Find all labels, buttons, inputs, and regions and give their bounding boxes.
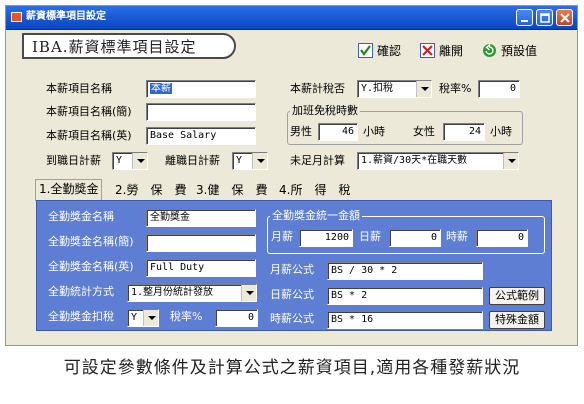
method-label: 全勤統計方式	[48, 285, 114, 298]
female-hours-field[interactable]: 24	[443, 123, 485, 141]
hourly-formula-label: 時薪公式	[270, 312, 314, 325]
chevron-down-icon[interactable]	[416, 81, 431, 97]
tab-labor-insurance[interactable]: 2.勞 保 費	[112, 181, 189, 201]
tax-rate-field[interactable]: 0	[478, 80, 520, 98]
method-value: 1.整月份統計發放	[131, 287, 214, 298]
app-icon	[11, 12, 22, 22]
chevron-down-icon[interactable]	[241, 285, 256, 301]
bonus-short-name-label: 全勤獎金名稱(簡)	[48, 235, 134, 248]
default-values-label: 預設值	[501, 44, 538, 58]
tax-rate-label: 稅率%	[439, 82, 472, 95]
tab-attendance-bonus[interactable]: 1.全勤獎金	[35, 179, 103, 201]
confirm-label: 確認	[377, 44, 402, 58]
item-en-name-label: 本薪項目名稱(英)	[46, 129, 132, 142]
male-hours-field[interactable]: 46	[318, 123, 358, 141]
item-short-name-field[interactable]	[146, 103, 256, 121]
bonus-en-name-field[interactable]: Full Duty	[146, 259, 256, 277]
bonus-en-name-label: 全勤獎金名稱(英)	[48, 260, 134, 273]
formula-example-button[interactable]: 公式範例	[489, 287, 545, 305]
partial-month-label: 未足月計算	[290, 154, 345, 167]
bonus-name-label: 全勤獎金名稱	[48, 210, 114, 223]
tax-value: Y.扣稅	[361, 83, 394, 94]
caption: 可設定參數條件及計算公式之薪資項目,適用各種發薪狀況	[63, 358, 521, 378]
maximize-icon	[540, 13, 550, 23]
page-title: IBA.薪資標準項目設定	[32, 38, 197, 56]
onboard-pay-value: Y	[116, 155, 123, 166]
item-name-field[interactable]: 本薪	[146, 80, 256, 98]
monthly-label: 月薪	[271, 230, 293, 243]
bonus-short-name-field[interactable]	[146, 234, 256, 252]
tab-income-tax[interactable]: 4.所 得 稅	[276, 181, 353, 201]
minimize-icon	[521, 20, 528, 22]
daily-amount-field[interactable]: 0	[389, 229, 441, 247]
bonus-tax-label: 全勤獎金扣稅	[48, 310, 114, 323]
hourly-amount-field[interactable]: 0	[476, 229, 528, 247]
daily-formula-label: 日薪公式	[270, 288, 314, 301]
partial-month-value: 1.薪資/30天*在職天數	[361, 155, 468, 166]
close-icon	[560, 13, 570, 23]
maximize-button[interactable]	[536, 9, 553, 26]
resign-pay-label: 離職日計薪	[165, 154, 220, 167]
onboard-pay-label: 到職日計薪	[46, 154, 101, 167]
bonus-name-field[interactable]: 全勤獎金	[146, 209, 256, 227]
resign-pay-value: Y	[236, 155, 243, 166]
chevron-down-icon[interactable]	[132, 153, 147, 169]
hourly-label: 時薪	[446, 230, 468, 243]
bonus-tax-rate-label: 稅率%	[170, 310, 203, 323]
daily-formula-field[interactable]: BS * 2	[327, 287, 483, 305]
tab-health-insurance[interactable]: 3.健 保 費	[193, 181, 270, 201]
bonus-tax-value: Y	[131, 312, 138, 323]
monthly-formula-field[interactable]: BS / 30 * 2	[327, 262, 483, 280]
title-bar: 薪資標準項目設定	[6, 6, 577, 30]
hourly-formula-field[interactable]: BS * 16	[327, 311, 483, 329]
close-window-button[interactable]	[556, 9, 573, 26]
daily-label: 日薪	[359, 230, 381, 243]
male-hours-unit: 小時	[363, 125, 385, 138]
leave-label: 離開	[439, 44, 464, 58]
monthly-amount-field[interactable]: 1200	[299, 229, 353, 247]
uniform-amount-label: 全勤獎金統一金額	[270, 209, 362, 223]
item-name-value: 本薪	[150, 83, 172, 94]
window-title: 薪資標準項目設定	[26, 11, 106, 22]
item-name-label: 本薪項目名稱	[46, 82, 112, 95]
checkmark-icon	[358, 43, 373, 58]
attendance-bonus-panel: 全勤獎金名稱 全勤獎金 全勤獎金名稱(簡) 全勤獎金名稱(英) Full Dut…	[36, 200, 552, 331]
onboard-pay-select[interactable]: Y	[112, 152, 148, 170]
male-label: 男性	[290, 125, 312, 138]
partial-month-select[interactable]: 1.薪資/30天*在職天數	[357, 152, 519, 170]
chevron-down-icon[interactable]	[503, 153, 518, 169]
bonus-tax-select[interactable]: Y	[127, 309, 159, 327]
chevron-down-icon[interactable]	[143, 310, 158, 326]
minimize-button[interactable]	[516, 9, 533, 26]
bonus-tax-rate-field[interactable]: 0	[215, 309, 258, 327]
header-banner: IBA.薪資標準項目設定	[22, 33, 236, 59]
monthly-formula-label: 月薪公式	[270, 263, 314, 276]
resign-pay-select[interactable]: Y	[232, 152, 268, 170]
tax-select[interactable]: Y.扣稅	[357, 80, 432, 98]
chevron-down-icon[interactable]	[252, 153, 267, 169]
item-short-name-label: 本薪項目名稱(簡)	[46, 105, 132, 118]
female-hours-unit: 小時	[490, 125, 512, 138]
overtime-group-label: 加班免稅時數	[290, 104, 360, 118]
special-amount-button[interactable]: 特殊金額	[489, 311, 545, 329]
tax-label: 本薪計稅否	[290, 82, 345, 95]
item-en-name-field[interactable]: Base Salary	[146, 127, 256, 145]
reset-icon	[483, 43, 496, 57]
method-select[interactable]: 1.整月份統計發放	[127, 284, 257, 302]
female-label: 女性	[413, 125, 435, 138]
x-icon	[420, 43, 435, 58]
